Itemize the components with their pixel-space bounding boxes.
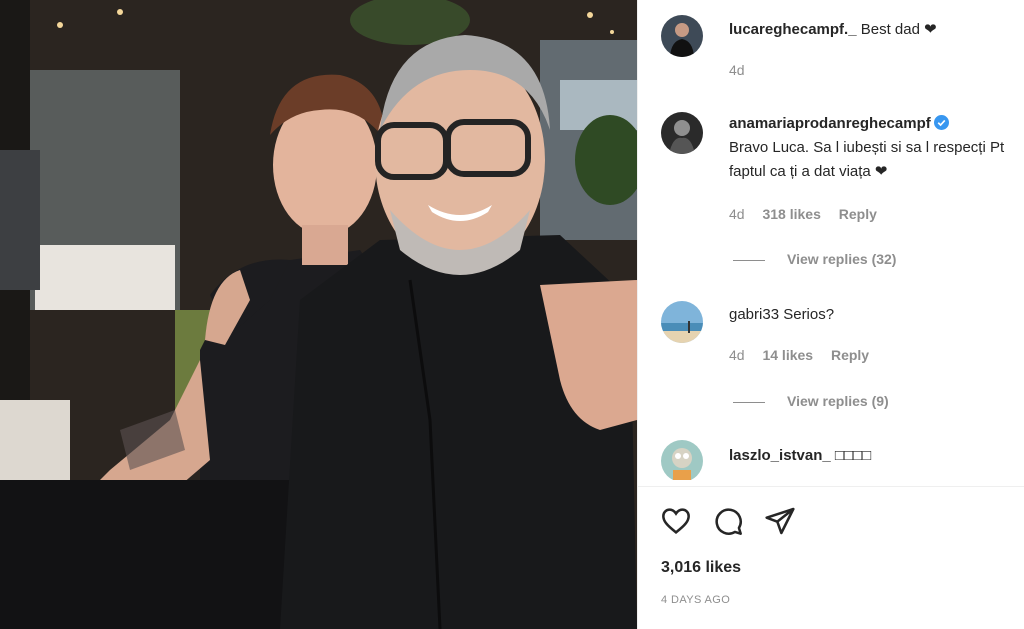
avatar-gabri-icon — [661, 301, 703, 343]
comment-item: laszlo_istvan_ □□□□ — [661, 440, 1021, 480]
verified-badge-icon — [933, 115, 949, 130]
comment-text: Serios? — [783, 306, 835, 323]
view-replies-label: View replies (32) — [787, 251, 897, 267]
view-replies-button[interactable]: View replies (9) — [733, 393, 889, 409]
replies-line — [733, 259, 765, 261]
like-button[interactable] — [660, 505, 692, 537]
share-button[interactable] — [764, 505, 796, 537]
comment-text: Best dad ❤ — [860, 21, 937, 38]
reply-button[interactable]: Reply — [839, 206, 877, 222]
comment-button[interactable] — [712, 505, 744, 537]
comment-username[interactable]: anamariaprodanreghecampf — [729, 115, 931, 132]
photo-illustration — [0, 0, 637, 629]
avatar[interactable] — [661, 440, 703, 480]
comment-text: □□□□ — [834, 447, 872, 464]
comment-likes[interactable]: 14 likes — [762, 347, 813, 363]
comment-meta: 4d 318 likes Reply — [729, 206, 891, 222]
comment-text: Bravo Luca. Sa l iubești si sa l respecț… — [729, 139, 1005, 180]
comment-time[interactable]: 4d — [729, 206, 745, 222]
view-replies-button[interactable]: View replies (32) — [733, 251, 896, 267]
comment-likes[interactable]: 318 likes — [762, 206, 820, 222]
comment-meta: 4d — [729, 62, 759, 78]
comment-username[interactable]: lucareghecampf._ — [729, 21, 857, 38]
comment-icon — [715, 508, 742, 535]
heart-icon — [662, 508, 690, 534]
post-date[interactable]: 4 DAYS AGO — [661, 594, 730, 606]
reply-button[interactable]: Reply — [831, 347, 869, 363]
comment-meta: 4d 14 likes Reply — [729, 347, 883, 363]
avatar[interactable] — [661, 301, 703, 343]
divider — [638, 486, 1024, 487]
comment-username[interactable]: laszlo_istvan_ — [729, 447, 831, 464]
avatar-anamaria-icon — [661, 112, 703, 154]
share-icon — [765, 507, 795, 535]
avatar-laszlo-icon — [661, 440, 703, 480]
comment-time[interactable]: 4d — [729, 62, 745, 78]
post-photo[interactable] — [0, 0, 637, 629]
post-likes-count[interactable]: 3,016 likes — [661, 559, 741, 577]
avatar-luca-icon — [661, 15, 703, 57]
replies-line — [733, 401, 765, 403]
comment-time[interactable]: 4d — [729, 347, 745, 363]
avatar[interactable] — [661, 112, 703, 154]
comment-username[interactable]: gabri33 — [729, 306, 779, 323]
avatar[interactable] — [661, 15, 703, 57]
view-replies-label: View replies (9) — [787, 393, 889, 409]
comments-panel: lucareghecampf._ Best dad ❤ 4d anamariap… — [637, 0, 1024, 629]
